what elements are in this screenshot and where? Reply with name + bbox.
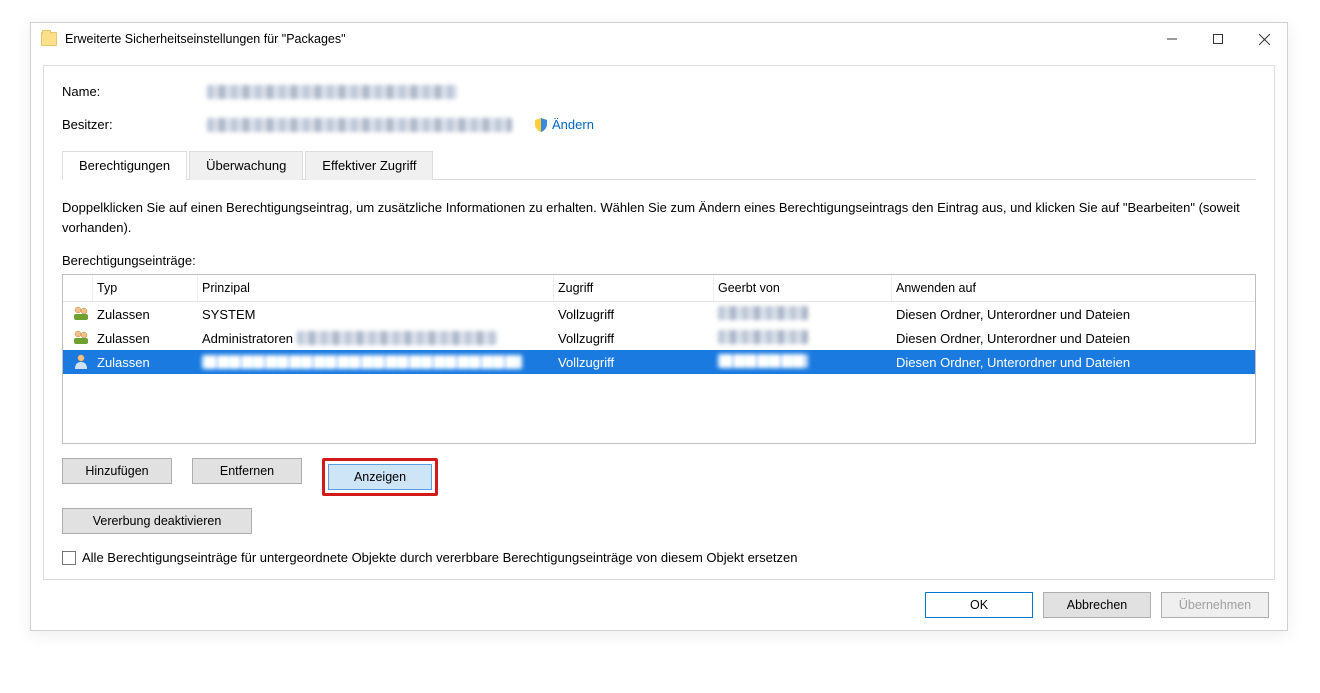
- cell-type: Zulassen: [93, 331, 198, 346]
- content-frame: Name: Besitzer: Ändern Berechtigungen Üb…: [43, 65, 1275, 580]
- cell-principal: [198, 355, 554, 369]
- cell-principal: Administratoren: [198, 331, 554, 346]
- redacted-text: [718, 306, 808, 320]
- cancel-button[interactable]: Abbrechen: [1043, 592, 1151, 618]
- cell-applies: Diesen Ordner, Unterordner und Dateien: [892, 331, 1255, 346]
- tabs: Berechtigungen Überwachung Effektiver Zu…: [62, 150, 1256, 180]
- replace-entries-checkbox[interactable]: [62, 551, 76, 565]
- list-header: Typ Prinzipal Zugriff Geerbt von Anwende…: [63, 275, 1255, 302]
- replace-entries-checkbox-row[interactable]: Alle Berechtigungseinträge für untergeor…: [62, 550, 1256, 565]
- col-access[interactable]: Zugriff: [554, 275, 714, 301]
- redacted-text: [202, 355, 522, 369]
- view-button-highlight: Anzeigen: [322, 458, 438, 496]
- permission-entries-label: Berechtigungseinträge:: [62, 253, 1256, 268]
- minimize-button[interactable]: [1149, 23, 1195, 55]
- window-title: Erweiterte Sicherheitseinstellungen für …: [65, 32, 346, 46]
- cell-applies: Diesen Ordner, Unterordner und Dateien: [892, 307, 1255, 322]
- cell-applies: Diesen Ordner, Unterordner und Dateien: [892, 355, 1255, 370]
- table-row[interactable]: ZulassenSYSTEMVollzugriff Diesen Ordner, …: [63, 302, 1255, 326]
- group-icon: [73, 333, 89, 348]
- redacted-text: [718, 330, 808, 344]
- group-icon: [73, 309, 89, 324]
- folder-icon: [41, 32, 57, 46]
- cell-type: Zulassen: [93, 355, 198, 370]
- cell-access: Vollzugriff: [554, 355, 714, 370]
- cell-inherited: [714, 354, 892, 371]
- titlebar: Erweiterte Sicherheitseinstellungen für …: [31, 23, 1287, 55]
- cell-type: Zulassen: [93, 307, 198, 322]
- instructions-text: Doppelklicken Sie auf einen Berechtigung…: [62, 198, 1256, 237]
- maximize-button[interactable]: [1195, 23, 1241, 55]
- table-row[interactable]: ZulassenAdministratorenVollzugriff Diesen…: [63, 326, 1255, 350]
- col-inherited[interactable]: Geerbt von: [714, 275, 892, 301]
- cell-access: Vollzugriff: [554, 307, 714, 322]
- redacted-text: [718, 354, 808, 368]
- add-button[interactable]: Hinzufügen: [62, 458, 172, 484]
- name-value-redacted: [207, 85, 457, 99]
- advanced-security-window: Erweiterte Sicherheitseinstellungen für …: [30, 22, 1288, 631]
- change-owner-text: Ändern: [552, 117, 594, 132]
- user-icon: [73, 357, 89, 372]
- name-label: Name:: [62, 84, 207, 99]
- apply-button: Übernehmen: [1161, 592, 1269, 618]
- col-type[interactable]: Typ: [93, 275, 198, 301]
- redacted-text: [297, 331, 497, 345]
- ok-button[interactable]: OK: [925, 592, 1033, 618]
- owner-label: Besitzer:: [62, 117, 207, 132]
- shield-icon: [534, 118, 548, 132]
- view-button[interactable]: Anzeigen: [328, 464, 432, 490]
- dialog-footer: OK Abbrechen Übernehmen: [43, 592, 1275, 618]
- close-button[interactable]: [1241, 23, 1287, 55]
- disable-inheritance-button[interactable]: Vererbung deaktivieren: [62, 508, 252, 534]
- window-controls: [1149, 23, 1287, 55]
- col-applies[interactable]: Anwenden auf: [892, 275, 1255, 301]
- owner-value-redacted: [207, 118, 512, 132]
- cell-principal: SYSTEM: [198, 307, 554, 322]
- tab-permissions[interactable]: Berechtigungen: [62, 151, 187, 180]
- tab-auditing[interactable]: Überwachung: [189, 151, 303, 180]
- col-principal[interactable]: Prinzipal: [198, 275, 554, 301]
- change-owner-link[interactable]: Ändern: [534, 117, 594, 132]
- cell-access: Vollzugriff: [554, 331, 714, 346]
- cell-inherited: [714, 306, 892, 323]
- replace-entries-label: Alle Berechtigungseinträge für untergeor…: [82, 550, 797, 565]
- tab-effective-access[interactable]: Effektiver Zugriff: [305, 151, 433, 180]
- cell-inherited: [714, 330, 892, 347]
- table-row[interactable]: Zulassen Vollzugriff Diesen Ordner, Untero…: [63, 350, 1255, 374]
- remove-button[interactable]: Entfernen: [192, 458, 302, 484]
- permission-entries-list[interactable]: Typ Prinzipal Zugriff Geerbt von Anwende…: [62, 274, 1256, 444]
